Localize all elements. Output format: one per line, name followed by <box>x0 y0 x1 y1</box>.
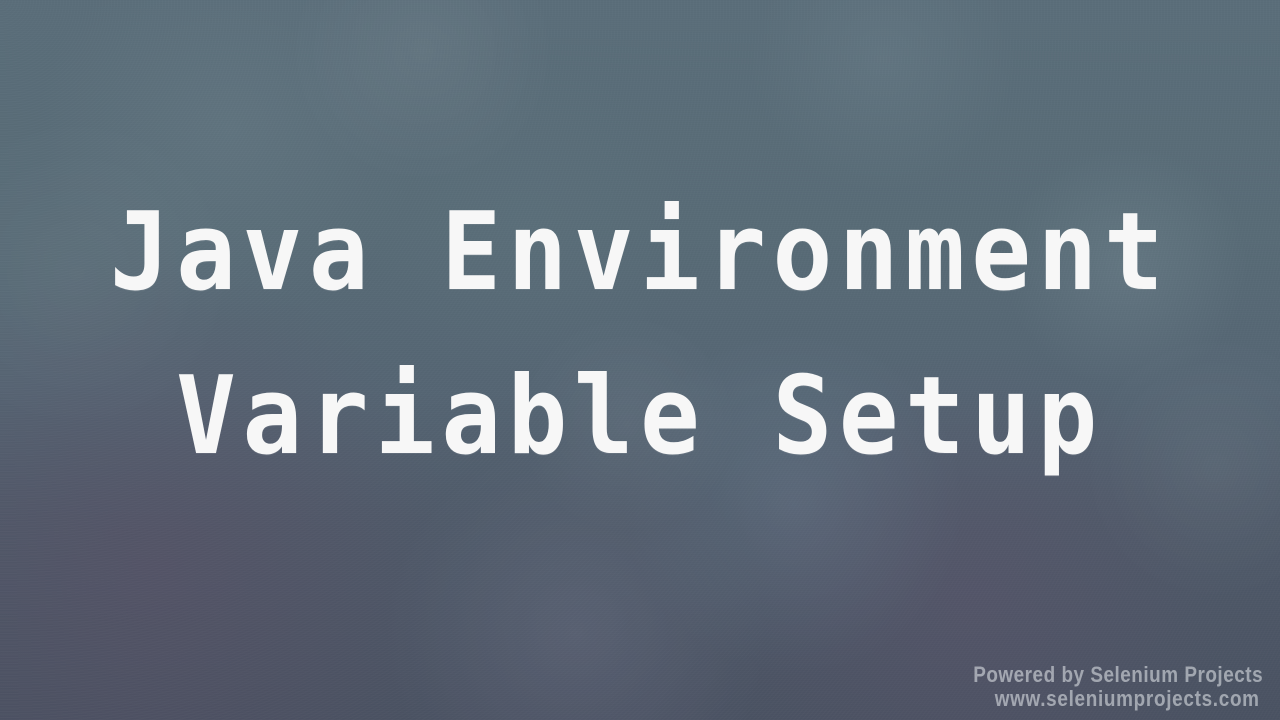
footer-website-text: www.seleniumprojects.com <box>994 686 1260 712</box>
footer-credit: Powered by Selenium Projects www.seleniu… <box>973 661 1263 712</box>
footer-powered-by-text: Powered by Selenium Projects <box>973 661 1263 687</box>
title-line-2: Variable Setup <box>176 354 1104 479</box>
title-line-1: Java Environment <box>109 190 1171 315</box>
